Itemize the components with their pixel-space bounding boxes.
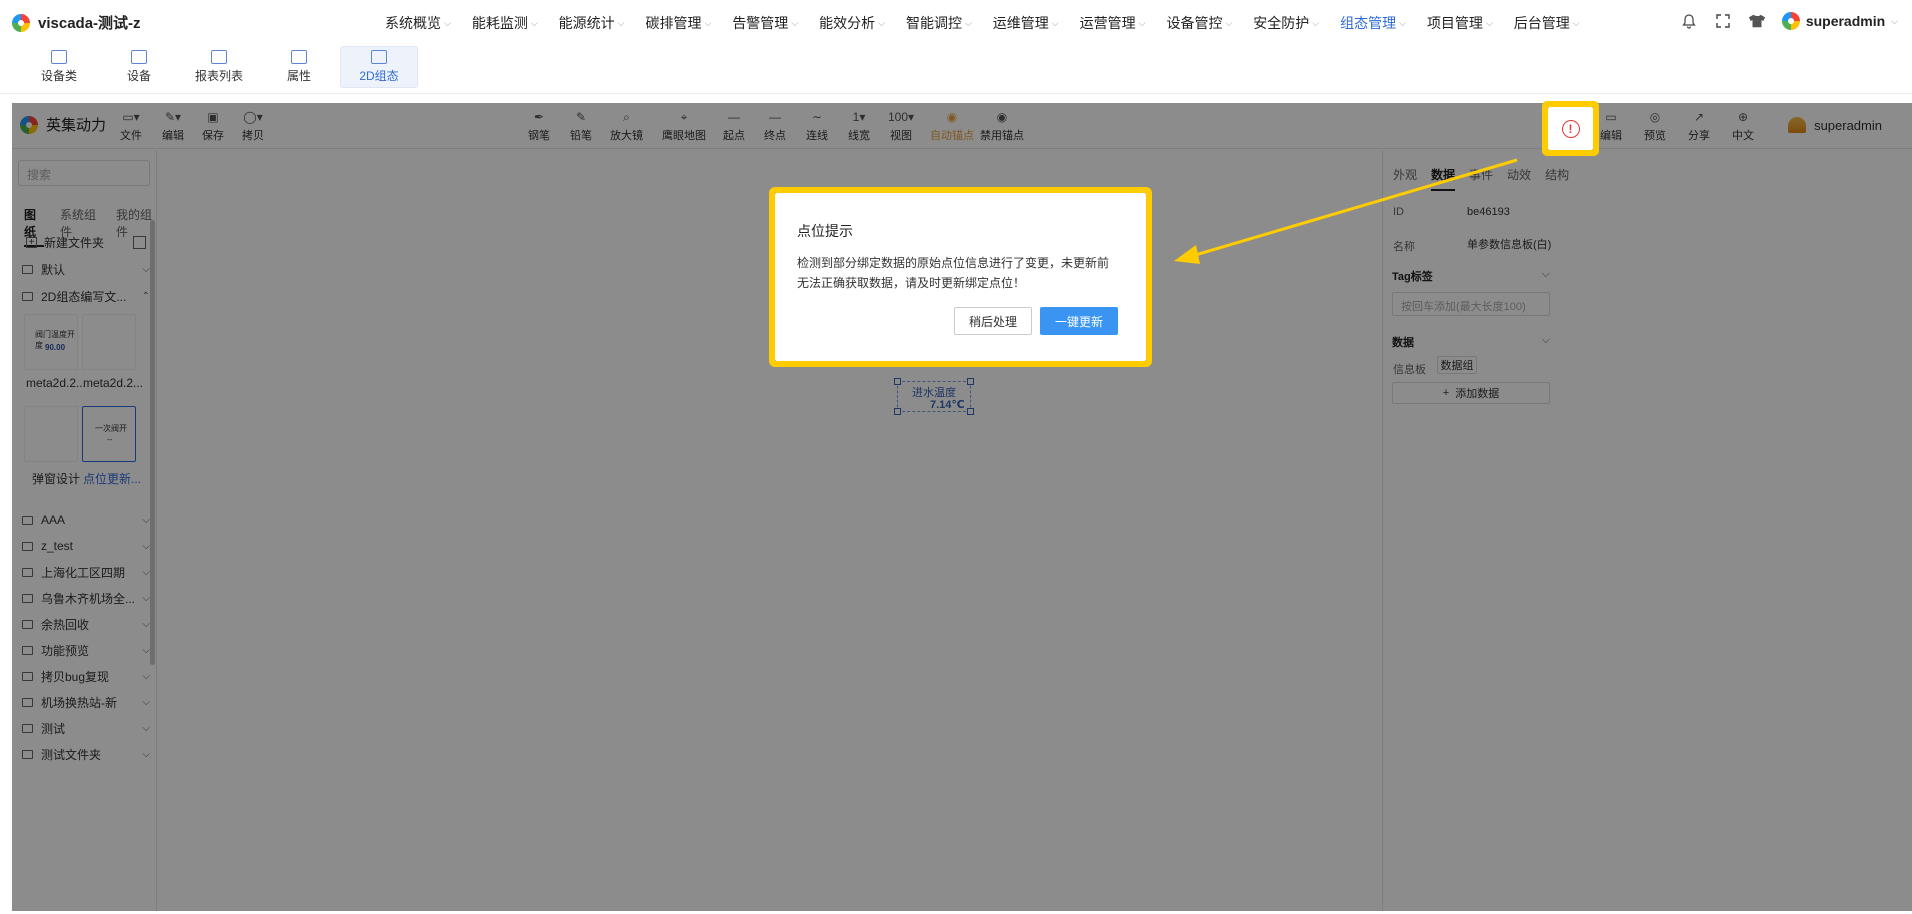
fullscreen-icon[interactable] <box>1714 12 1732 30</box>
app-title: viscada-测试-z <box>38 15 141 32</box>
chevron-down-icon: ⌵ <box>791 17 799 28</box>
dialog-actions: 稍后处理 一键更新 <box>953 307 1118 335</box>
user-avatar-icon <box>1781 12 1800 30</box>
menu-item-device-control[interactable]: 设备管控 ⌵ <box>1166 13 1232 33</box>
chevron-down-icon: ⌵ <box>1399 17 1406 28</box>
subnav-2d-scada[interactable]: 2D组态 <box>340 46 418 88</box>
later-button[interactable]: 稍后处理 <box>953 307 1032 335</box>
update-all-button[interactable]: 一键更新 <box>1039 307 1118 335</box>
menu-item-security[interactable]: 安全防护 ⌵ <box>1253 13 1319 33</box>
dialog-title: 点位提示 <box>797 223 853 239</box>
point-alert-button[interactable]: ! <box>1548 107 1593 150</box>
menu-item-energy-stats[interactable]: 能源统计 ⌵ <box>559 13 625 33</box>
user-name: superadmin <box>1805 13 1886 29</box>
chevron-down-icon: ⌵ <box>1225 17 1233 28</box>
chevron-down-icon: ⌵ <box>704 17 712 28</box>
exclamation-circle-icon: ! <box>1561 119 1580 138</box>
menu-item-overview[interactable]: 系统概览 ⌵ <box>385 13 451 33</box>
device-class-icon <box>51 50 67 64</box>
chevron-down-icon: ⌵ <box>878 17 885 28</box>
app-brand[interactable]: viscada-测试-z <box>12 12 141 33</box>
menu-item-carbon[interactable]: 碳排管理 ⌵ <box>645 13 711 33</box>
dialog-message: 检测到部分绑定数据的原始点位信息进行了变更，未更新前无法正确获取数据，请及时更新… <box>797 256 1110 290</box>
menu-item-energy-monitor[interactable]: 能耗监测 ⌵ <box>472 13 538 33</box>
app-logo-icon <box>12 13 30 32</box>
menu-item-alarm[interactable]: 告警管理 ⌵ <box>732 13 798 33</box>
chevron-down-icon: ⌵ <box>1572 17 1580 28</box>
sub-navbar: 设备类 设备 报表列表 属性 2D组态 <box>0 46 1912 94</box>
chevron-down-icon: ⌵ <box>530 17 538 28</box>
chevron-down-icon: ⌵ <box>1891 15 1898 26</box>
chevron-down-icon: ⌵ <box>444 17 451 28</box>
top-navbar: viscada-测试-z 系统概览 ⌵ 能耗监测 ⌵ 能源统计 ⌵ 碳排管理 ⌵ 告警管… <box>0 0 1912 46</box>
menu-item-smart-control[interactable]: 智能调控 ⌵ <box>906 13 972 33</box>
subnav-attributes[interactable]: 属性 <box>260 46 338 88</box>
menu-item-operations[interactable]: 运营管理 ⌵ <box>1080 13 1146 33</box>
chevron-down-icon: ⌵ <box>964 17 972 28</box>
report-icon <box>211 50 227 64</box>
point-update-dialog: 点位提示 检测到部分绑定数据的原始点位信息进行了变更，未更新前无法正确获取数据，… <box>775 193 1146 361</box>
bell-icon[interactable] <box>1680 12 1698 30</box>
2d-icon <box>371 50 387 64</box>
user-menu[interactable]: superadmin ⌵ <box>1781 12 1898 30</box>
menu-item-admin[interactable]: 后台管理 ⌵ <box>1514 13 1580 33</box>
attribute-icon <box>291 50 307 64</box>
menu-item-efficiency[interactable]: 能效分析 ⌵ <box>819 13 885 33</box>
subnav-device[interactable]: 设备 <box>100 46 178 88</box>
chevron-down-icon: ⌵ <box>1051 17 1059 28</box>
top-right-actions: superadmin ⌵ <box>1680 12 1898 30</box>
menu-item-maintenance[interactable]: 运维管理 ⌵ <box>993 13 1059 33</box>
device-icon <box>131 50 147 64</box>
chevron-down-icon: ⌵ <box>1138 17 1146 28</box>
subnav-device-class[interactable]: 设备类 <box>20 46 98 88</box>
subnav-report-list[interactable]: 报表列表 <box>180 46 258 88</box>
menu-item-scada[interactable]: 组态管理 ⌵ <box>1340 13 1406 33</box>
theme-shirt-icon[interactable] <box>1748 12 1766 30</box>
chevron-down-icon: ⌵ <box>1312 17 1320 28</box>
chevron-down-icon: ⌵ <box>617 17 625 28</box>
menu-item-projects[interactable]: 项目管理 ⌵ <box>1427 13 1493 33</box>
main-menu: 系统概览 ⌵ 能耗监测 ⌵ 能源统计 ⌵ 碳排管理 ⌵ 告警管理 ⌵ 能效分析 ⌵ 智能调控… <box>385 0 1601 46</box>
chevron-down-icon: ⌵ <box>1485 17 1493 28</box>
